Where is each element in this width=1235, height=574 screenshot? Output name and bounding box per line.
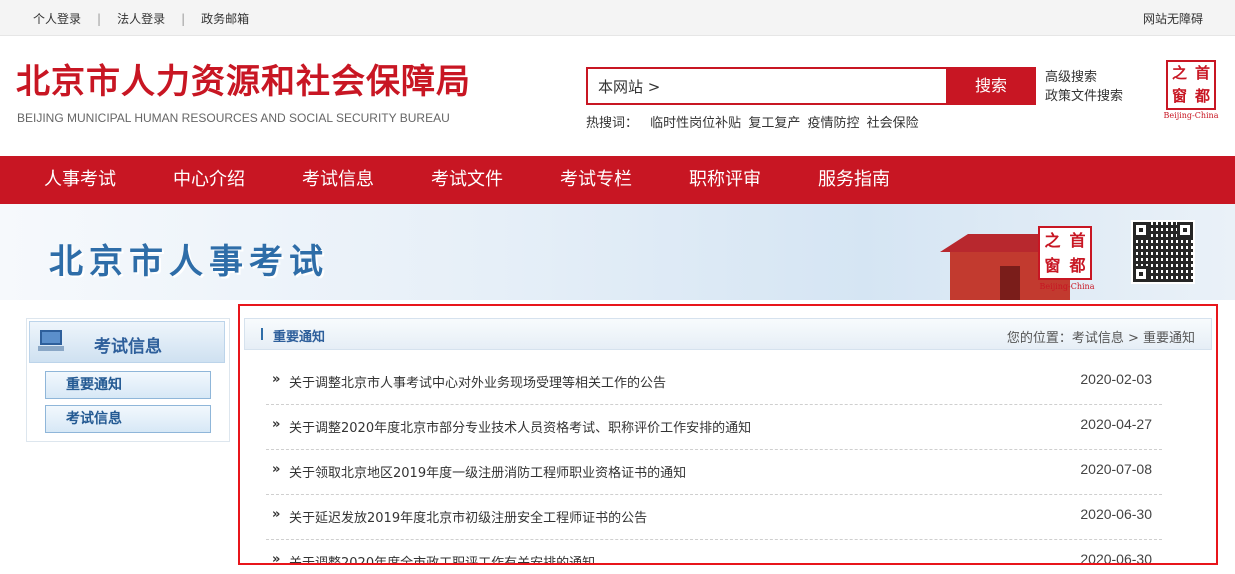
qr-pattern bbox=[1133, 222, 1193, 282]
gov-mail-link[interactable]: 政务邮箱 bbox=[201, 10, 249, 27]
advanced-search-links: 高级搜索 政策文件搜索 bbox=[1045, 68, 1123, 106]
list-item[interactable]: » 关于领取北京地区2019年度一级注册消防工程师职业资格证书的通知 2020-… bbox=[266, 450, 1162, 495]
notice-date: 2020-07-08 bbox=[1080, 461, 1152, 477]
banner-title: 北京市人事考试 bbox=[49, 242, 329, 282]
nav-item-title-review[interactable]: 职称评审 bbox=[689, 156, 761, 204]
nav-item-service-guide[interactable]: 服务指南 bbox=[818, 156, 890, 204]
seal-char: 首 bbox=[1194, 64, 1210, 82]
notice-date: 2020-06-30 bbox=[1080, 551, 1152, 565]
panel-header: 重要通知 您的位置：考试信息 > 重要通知 bbox=[244, 318, 1212, 350]
separator: | bbox=[181, 11, 186, 26]
search-input[interactable] bbox=[586, 67, 946, 105]
list-item[interactable]: » 关于调整2020年度全市政工职评工作有关安排的通知 2020-06-30 bbox=[266, 540, 1162, 565]
seal-char: 窗 bbox=[1044, 256, 1061, 275]
notice-title-link[interactable]: 关于调整北京市人事考试中心对外业务现场受理等相关工作的公告 bbox=[289, 372, 666, 391]
hot-word-link[interactable]: 复工复产 bbox=[748, 116, 800, 131]
notice-title-link[interactable]: 关于调整2020年度全市政工职评工作有关安排的通知 bbox=[289, 552, 595, 563]
notice-list: » 关于调整北京市人事考试中心对外业务现场受理等相关工作的公告 2020-02-… bbox=[266, 360, 1162, 565]
list-item[interactable]: » 关于调整2020年度北京市部分专业技术人员资格考试、职称评价工作安排的通知 … bbox=[266, 405, 1162, 450]
separator: | bbox=[97, 11, 102, 26]
list-item[interactable]: » 关于延迟发放2019年度北京市初级注册安全工程师证书的公告 2020-06-… bbox=[266, 495, 1162, 540]
hot-search-words: 热搜词： 临时性岗位补贴 复工复产 疫情防控 社会保险 bbox=[586, 112, 922, 131]
nav-item-exam-column[interactable]: 考试专栏 bbox=[560, 156, 632, 204]
seal-char: 之 bbox=[1044, 231, 1061, 250]
sidebar-title: 考试信息 bbox=[94, 337, 162, 357]
main-nav: 人事考试 中心介绍 考试信息 考试文件 考试专栏 职称评审 服务指南 bbox=[0, 156, 1235, 204]
qr-code bbox=[1131, 220, 1195, 284]
seal-box: 之 首 窗 都 bbox=[1038, 226, 1092, 280]
breadcrumb: 您的位置：考试信息 > 重要通知 bbox=[1006, 331, 1195, 346]
seal-char: 窗 bbox=[1171, 87, 1187, 105]
arrow-icon: » bbox=[272, 462, 281, 477]
computer-base bbox=[38, 346, 64, 351]
top-links: 个人登录 | 法人登录 | 政务邮箱 bbox=[33, 10, 249, 27]
site-logo-title[interactable]: 北京市人力资源和社会保障局 bbox=[16, 62, 471, 102]
site-logo-subtitle: BEIJING MUNICIPAL HUMAN RESOURCES AND SO… bbox=[17, 111, 450, 125]
qr-finder bbox=[1133, 266, 1149, 282]
qr-finder bbox=[1133, 222, 1149, 238]
seal-caption: Beijing-China bbox=[1163, 111, 1219, 120]
computer-icon bbox=[38, 330, 64, 352]
hot-word-link[interactable]: 临时性岗位补贴 bbox=[650, 116, 741, 131]
hot-word-link[interactable]: 社会保险 bbox=[867, 116, 919, 131]
nav-item-about[interactable]: 中心介绍 bbox=[173, 156, 245, 204]
capital-window-seal-banner: 之 首 窗 都 Beijing-China bbox=[1038, 226, 1096, 298]
search-bar: 搜索 bbox=[586, 67, 1036, 105]
panel-title: 重要通知 bbox=[273, 330, 326, 345]
notice-date: 2020-06-30 bbox=[1080, 506, 1152, 522]
seal-caption: Beijing-China bbox=[1039, 282, 1095, 291]
seal-char: 都 bbox=[1069, 256, 1086, 275]
legal-person-login-link[interactable]: 法人登录 bbox=[117, 10, 165, 27]
header-accent-bar bbox=[261, 328, 263, 340]
notice-panel: 重要通知 您的位置：考试信息 > 重要通知 » 关于调整北京市人事考试中心对外业… bbox=[238, 304, 1218, 565]
arrow-icon: » bbox=[272, 507, 281, 522]
personal-login-link[interactable]: 个人登录 bbox=[33, 10, 81, 27]
notice-title-link[interactable]: 关于调整2020年度北京市部分专业技术人员资格考试、职称评价工作安排的通知 bbox=[289, 417, 751, 436]
nav-item-exam-docs[interactable]: 考试文件 bbox=[431, 156, 503, 204]
arrow-icon: » bbox=[272, 552, 281, 565]
notice-title-link[interactable]: 关于延迟发放2019年度北京市初级注册安全工程师证书的公告 bbox=[289, 507, 647, 526]
policy-search-link[interactable]: 政策文件搜索 bbox=[1045, 87, 1123, 106]
hot-word-link[interactable]: 疫情防控 bbox=[807, 116, 859, 131]
notice-date: 2020-04-27 bbox=[1080, 416, 1152, 432]
nav-item-exam[interactable]: 人事考试 bbox=[44, 156, 116, 204]
notice-date: 2020-02-03 bbox=[1080, 371, 1152, 387]
advanced-search-link[interactable]: 高级搜索 bbox=[1045, 68, 1123, 87]
computer-screen bbox=[40, 330, 62, 345]
notice-title-link[interactable]: 关于领取北京地区2019年度一级注册消防工程师职业资格证书的通知 bbox=[289, 462, 686, 481]
sidebar-item-exam-info[interactable]: 考试信息 bbox=[45, 405, 211, 433]
seal-char: 首 bbox=[1069, 231, 1086, 250]
sidebar-item-important-notice[interactable]: 重要通知 bbox=[45, 371, 211, 399]
banner: 北京市人事考试 之 首 窗 都 Beijing-China bbox=[0, 204, 1235, 300]
list-item[interactable]: » 关于调整北京市人事考试中心对外业务现场受理等相关工作的公告 2020-02-… bbox=[266, 360, 1162, 405]
hot-search-label: 热搜词： bbox=[586, 116, 639, 131]
capital-window-seal[interactable]: 之 首 窗 都 Beijing-China bbox=[1163, 60, 1219, 120]
nav-item-exam-info[interactable]: 考试信息 bbox=[302, 156, 374, 204]
sidebar-header: 考试信息 bbox=[29, 321, 225, 363]
accessibility-link[interactable]: 网站无障碍 bbox=[1143, 10, 1203, 27]
seal-box: 之 首 窗 都 bbox=[1166, 60, 1216, 110]
seal-char: 之 bbox=[1171, 64, 1187, 82]
arrow-icon: » bbox=[272, 417, 281, 432]
search-button[interactable]: 搜索 bbox=[946, 67, 1036, 105]
qr-finder bbox=[1177, 222, 1193, 238]
arrow-icon: » bbox=[272, 372, 281, 387]
seal-char: 都 bbox=[1194, 87, 1210, 105]
top-bar: 个人登录 | 法人登录 | 政务邮箱 网站无障碍 bbox=[0, 0, 1235, 36]
sidebar: 考试信息 重要通知 考试信息 bbox=[26, 318, 230, 442]
